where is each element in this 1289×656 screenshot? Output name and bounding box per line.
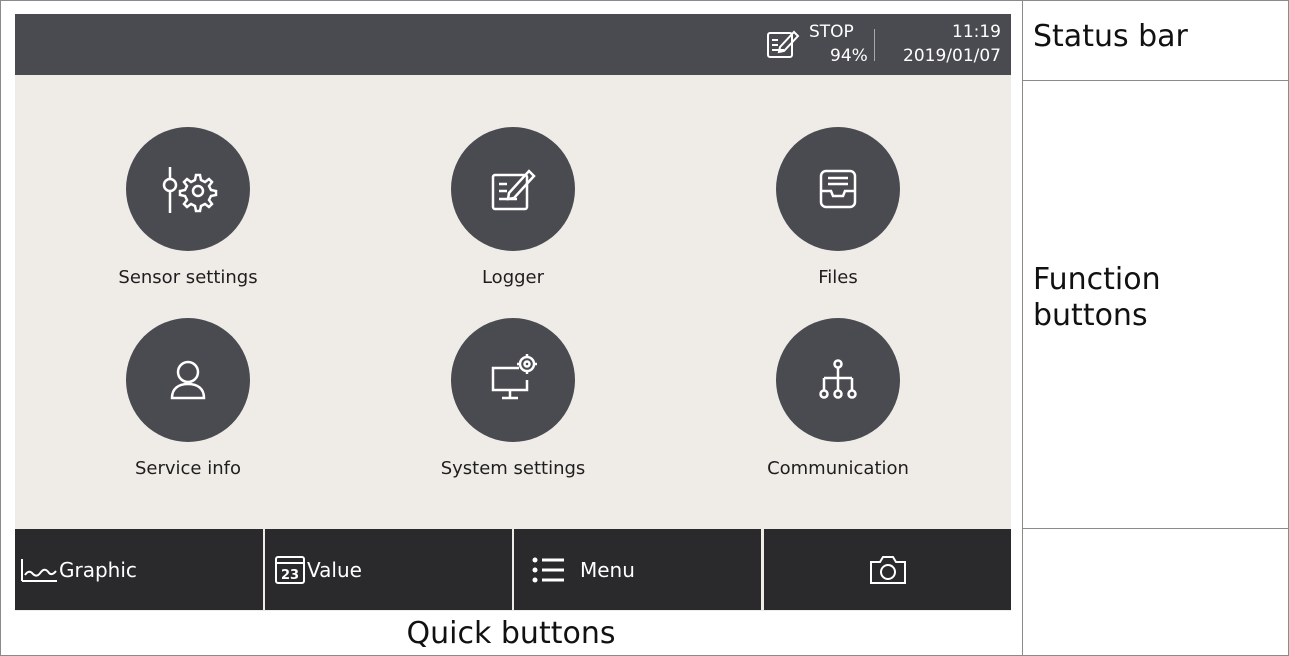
quick-buttons-caption: Quick buttons [406, 616, 616, 651]
files-label: Files [818, 267, 858, 288]
sensor-settings-circle [126, 127, 250, 251]
files-circle [776, 127, 900, 251]
graphic-button[interactable]: Graphic [15, 529, 263, 610]
logger-edit-icon [767, 30, 800, 58]
sensor-settings-label: Sensor settings [118, 267, 258, 288]
logger-icon [491, 169, 536, 211]
device-screen: STOP 94% 11:19 2019/01/07 Sensor setting… [15, 14, 1011, 611]
column-divider [1022, 0, 1023, 656]
value-label: Value [307, 557, 362, 582]
function-buttons-caption: Function buttons [1033, 262, 1161, 333]
calendar-23-text: 23 [281, 568, 299, 583]
calendar-23-icon: 23 [275, 555, 305, 584]
system-settings-button[interactable]: System settings [403, 318, 623, 508]
logger-label: Logger [481, 267, 545, 288]
communication-circle [776, 318, 900, 442]
menu-label: Menu [580, 557, 635, 582]
clock-time: 11:19 [952, 22, 1001, 42]
value-button[interactable]: 23 Value [265, 529, 512, 610]
sensor-settings-icon [162, 167, 218, 213]
row-divider-1 [1022, 80, 1289, 81]
menu-button[interactable]: Menu [514, 529, 761, 610]
camera-button[interactable] [764, 529, 1011, 610]
battery-level: 94% [830, 46, 868, 66]
list-icon [532, 557, 564, 582]
row-divider-2 [1022, 528, 1289, 529]
network-icon [819, 359, 857, 399]
service-info-button[interactable]: Service info [78, 318, 298, 508]
logger-state: STOP [809, 22, 854, 42]
status-bar-caption: Status bar [1033, 19, 1188, 54]
camera-icon [869, 555, 906, 584]
system-settings-label: System settings [440, 458, 586, 479]
quick-buttons-bar: Graphic 23 Value Menu [15, 529, 1011, 611]
service-info-circle [126, 318, 250, 442]
system-settings-circle [451, 318, 575, 442]
monitor-gear-icon [491, 354, 537, 400]
logger-circle [451, 127, 575, 251]
logger-button[interactable]: Logger [403, 127, 623, 317]
communication-label: Communication [767, 458, 909, 479]
files-tray-icon [819, 169, 857, 209]
files-button[interactable]: Files [728, 127, 948, 317]
user-icon [170, 360, 206, 400]
status-bar: STOP 94% 11:19 2019/01/07 [15, 14, 1011, 75]
graph-icon [21, 558, 57, 582]
sensor-settings-button[interactable]: Sensor settings [78, 127, 298, 317]
communication-button[interactable]: Communication [728, 318, 948, 508]
clock-date: 2019/01/07 [903, 46, 1001, 66]
service-info-label: Service info [134, 458, 241, 479]
graphic-label: Graphic [59, 557, 137, 582]
